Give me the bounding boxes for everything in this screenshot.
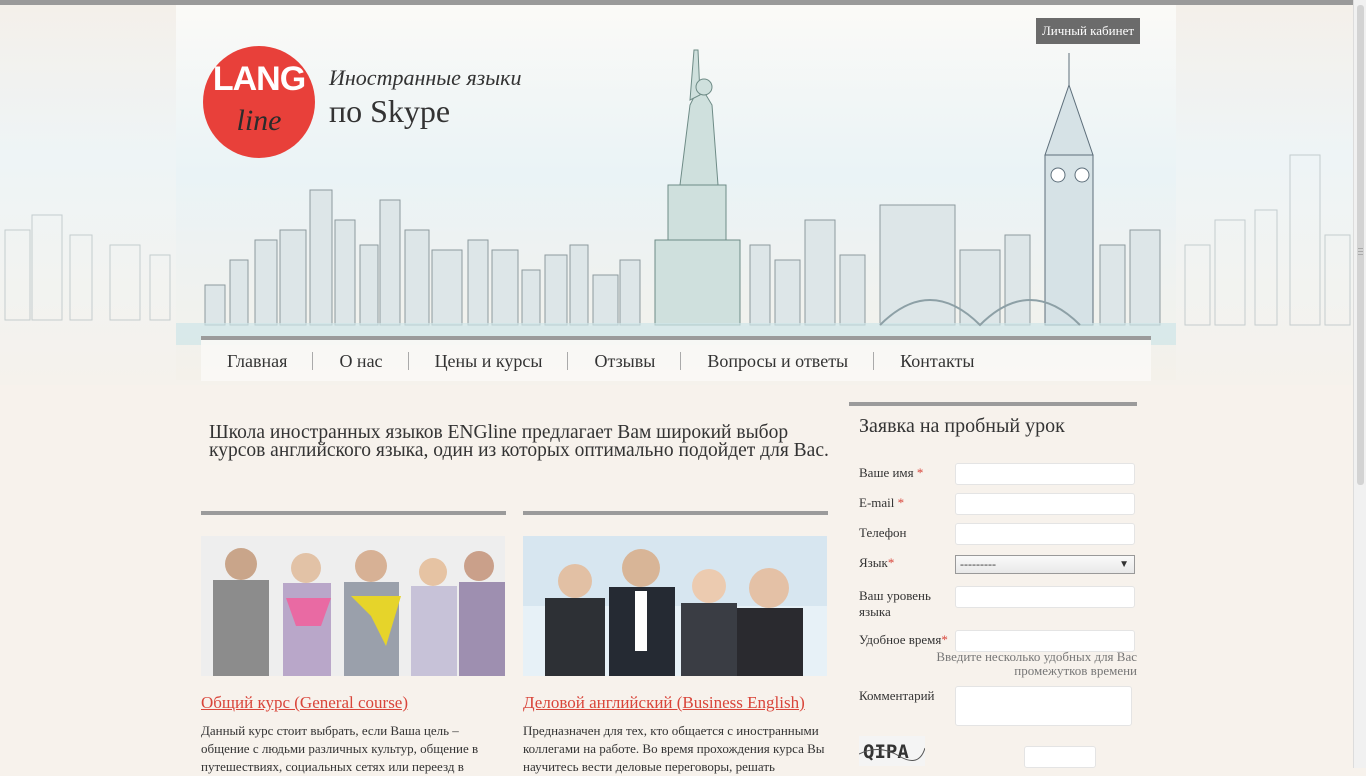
level-label: Ваш уровень языка <box>859 588 931 619</box>
nav-item-contacts[interactable]: Контакты <box>874 352 999 370</box>
scrollbar-grip <box>1358 248 1363 249</box>
scrollbar-grip <box>1358 251 1363 252</box>
header-banner: Личный кабинет LANG line Иностранные язы… <box>0 5 1354 385</box>
time-label: Удобное время* <box>859 632 948 647</box>
main-navigation: Главная О нас Цены и курсы Отзывы Вопрос… <box>201 336 1151 381</box>
business-course-photo[interactable] <box>523 536 827 676</box>
nav-item-home[interactable]: Главная <box>201 351 314 370</box>
language-select-value: --------- <box>960 557 996 571</box>
time-hint: Введите несколько удобных для Вас промеж… <box>936 649 1137 678</box>
course-divider <box>523 511 828 515</box>
course-card-general: Общий курс (General course) Данный курс … <box>201 511 506 776</box>
page-scrollbar[interactable] <box>1353 0 1366 768</box>
business-course-link[interactable]: Деловой английский (Business English) <box>523 693 828 713</box>
level-input[interactable] <box>955 586 1135 608</box>
required-mark: * <box>916 465 924 480</box>
logo-text-top: LANG <box>212 60 306 98</box>
tagline-line-2: по Skype <box>329 93 451 129</box>
name-label: Ваше имя * <box>859 465 924 480</box>
logo-text-bottom: line <box>236 104 282 137</box>
nav-item-reviews[interactable]: Отзывы <box>568 351 682 370</box>
captcha-text: QIPA <box>863 741 909 763</box>
trial-lesson-form: Заявка на пробный урок Ваше имя * E-mail… <box>849 402 1137 768</box>
course-divider <box>201 511 506 515</box>
language-select[interactable]: --------- ▼ <box>955 555 1135 574</box>
course-card-business: Деловой английский (Business English) Пр… <box>523 511 828 776</box>
name-input[interactable] <box>955 463 1135 485</box>
email-label: E-mail * <box>859 495 905 510</box>
captcha-image: QIPA <box>859 736 925 766</box>
general-course-link[interactable]: Общий курс (General course) <box>201 693 506 713</box>
nav-item-about[interactable]: О нас <box>313 351 409 370</box>
email-input[interactable] <box>955 493 1135 515</box>
langline-logo[interactable]: LANG line <box>203 46 315 158</box>
scrollbar-grip <box>1358 254 1363 255</box>
tagline-line-1: Иностранные языки <box>329 65 522 90</box>
intro-text: Школа иностранных языков ENGline предлаг… <box>209 422 829 461</box>
personal-account-button[interactable]: Личный кабинет <box>1036 18 1140 44</box>
comment-textarea[interactable] <box>955 686 1132 726</box>
nav-item-prices[interactable]: Цены и курсы <box>409 351 569 370</box>
comment-label: Комментарий <box>859 688 935 703</box>
form-title: Заявка на пробный урок <box>859 415 1065 437</box>
phone-label: Телефон <box>859 525 907 540</box>
general-course-photo[interactable] <box>201 536 505 676</box>
dropdown-arrow-icon: ▼ <box>1119 559 1129 570</box>
required-mark: * <box>887 555 895 570</box>
language-label: Язык* <box>859 555 895 570</box>
nav-item-faq[interactable]: Вопросы и ответы <box>681 351 875 370</box>
captcha-input[interactable] <box>1024 746 1096 768</box>
required-mark: * <box>941 632 948 647</box>
scrollbar-thumb[interactable] <box>1357 5 1364 485</box>
required-mark: * <box>897 495 905 510</box>
form-divider <box>849 402 1137 406</box>
phone-input[interactable] <box>955 523 1135 545</box>
